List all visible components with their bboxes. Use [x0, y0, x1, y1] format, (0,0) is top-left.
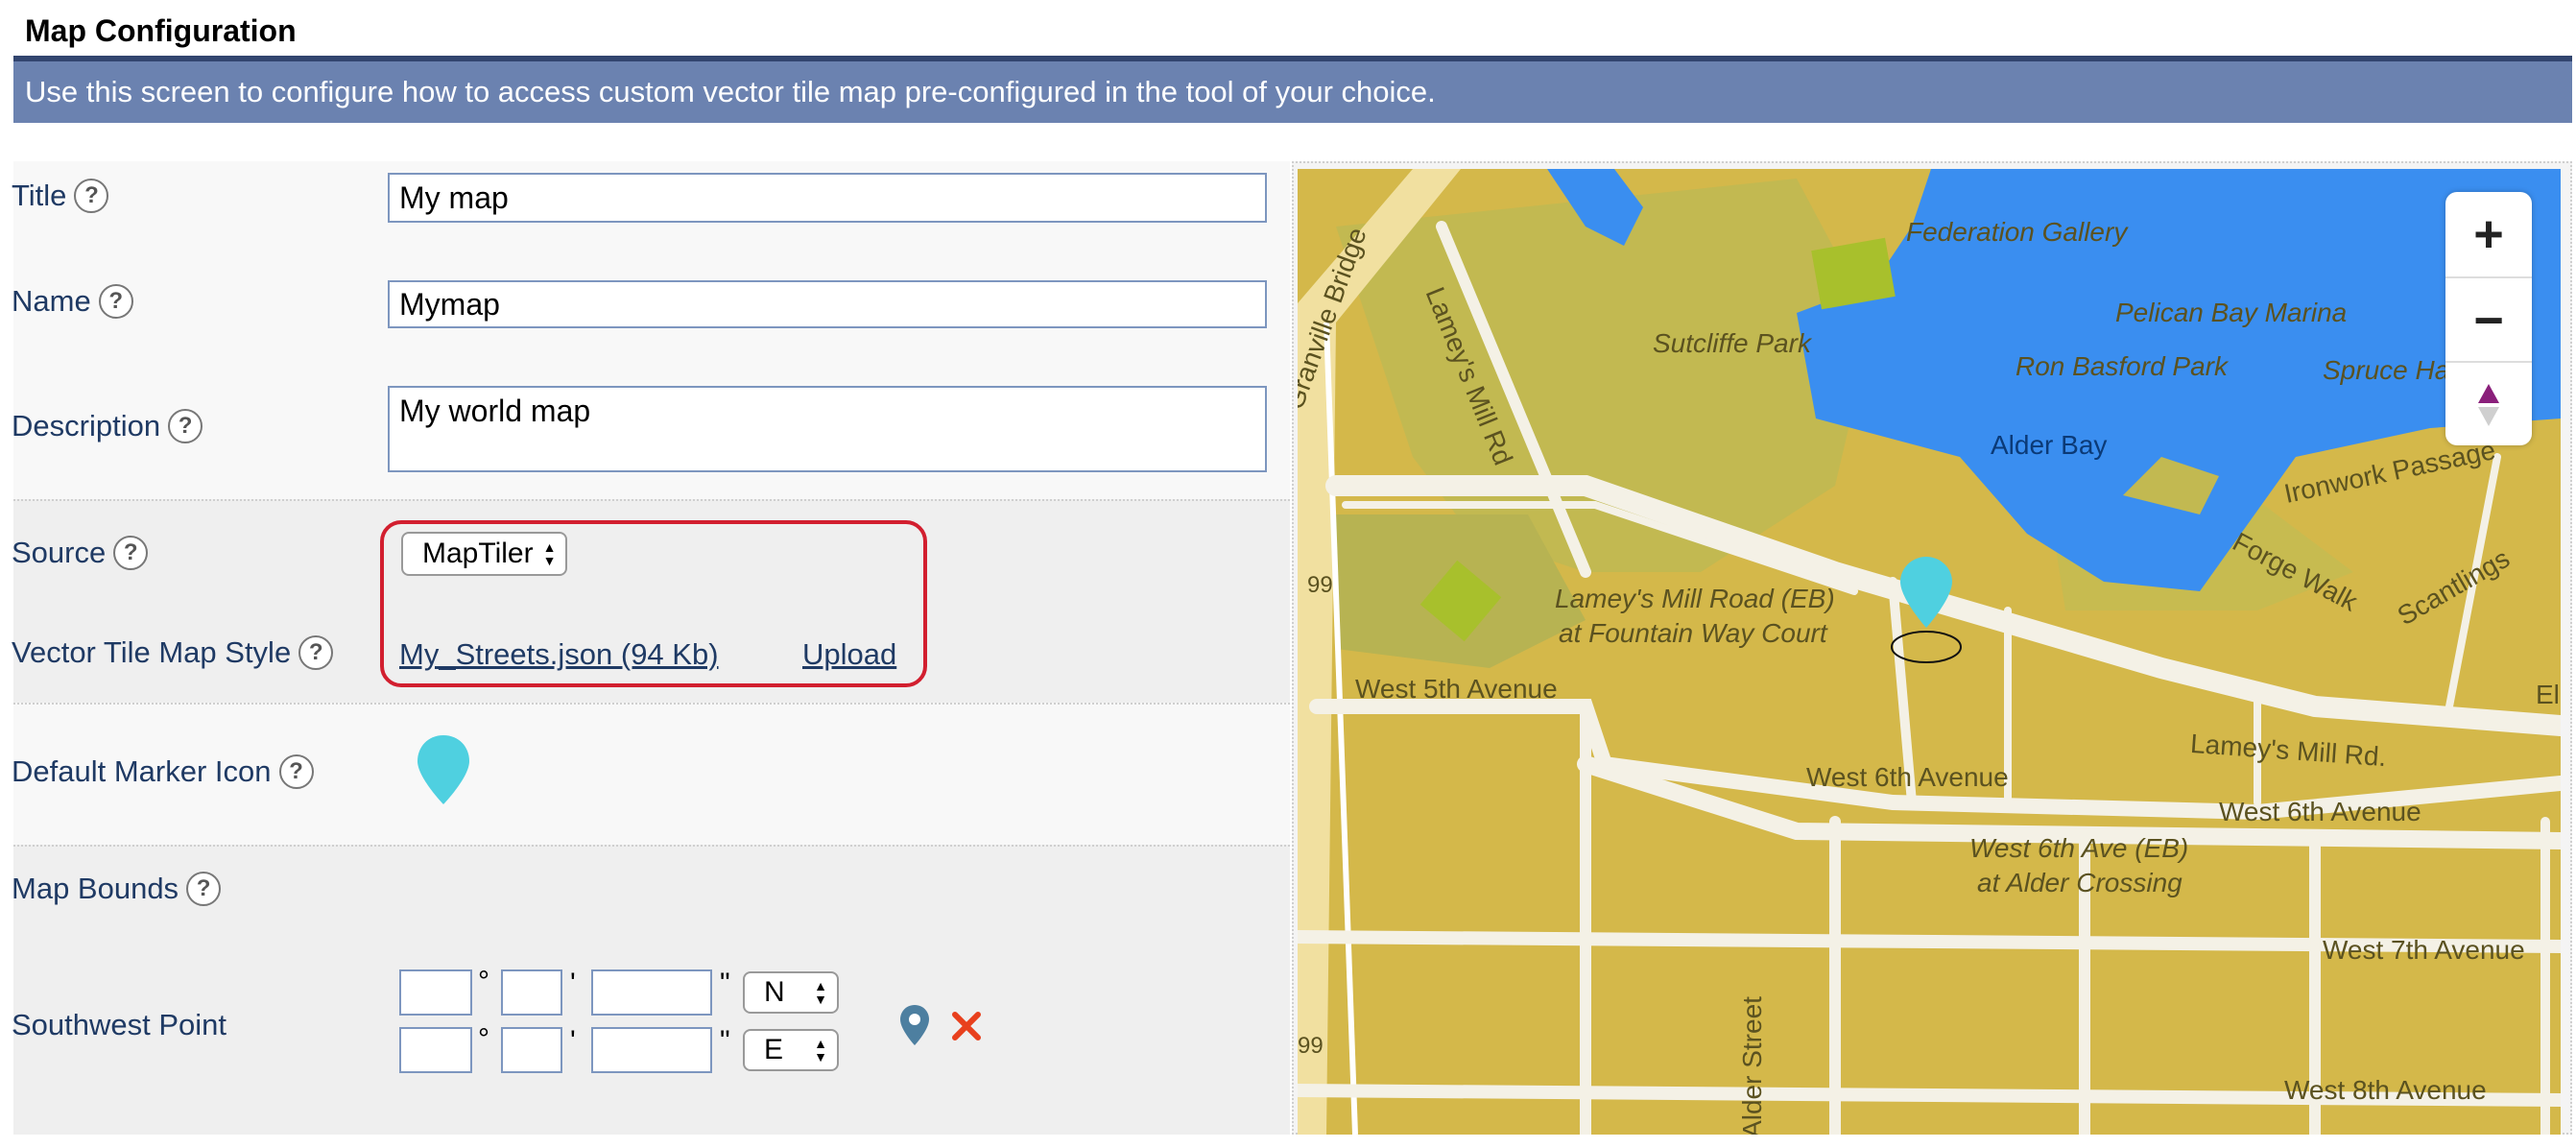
lat-seconds-input[interactable]: [591, 969, 712, 1016]
map-label: West 6th Avenue: [2219, 797, 2421, 826]
pick-location-icon[interactable]: [898, 1004, 931, 1046]
map-label: Alder Bay: [1991, 430, 2108, 460]
zoom-in-button[interactable]: +: [2445, 192, 2532, 276]
name-input[interactable]: [388, 280, 1267, 328]
map-zoom-control: + −: [2445, 192, 2532, 445]
select-arrows-icon: ▲ ▼: [814, 978, 827, 1007]
help-icon[interactable]: ?: [74, 179, 109, 213]
lon-seconds-input[interactable]: [591, 1027, 712, 1073]
lon-direction-select[interactable]: E ▲ ▼: [743, 1029, 839, 1071]
map-label: Pelican Bay Marina: [2115, 298, 2348, 327]
map-graphics: [1298, 169, 2561, 1135]
map-label: Sutcliffe Park: [1653, 328, 1811, 358]
title-input[interactable]: [388, 173, 1267, 223]
lon-degrees-input[interactable]: [399, 1027, 472, 1073]
minute-symbol: ': [570, 1025, 576, 1057]
help-icon[interactable]: ?: [298, 635, 334, 670]
description-textarea[interactable]: My world map: [388, 386, 1267, 472]
zoom-divider: [2445, 361, 2532, 363]
lon-minutes-input[interactable]: [501, 1027, 562, 1073]
compass-icon[interactable]: [2474, 382, 2503, 428]
degree-symbol: °: [478, 966, 489, 997]
title-label: Title ?: [12, 179, 109, 213]
lat-direction-select[interactable]: N ▲ ▼: [743, 971, 839, 1014]
map-label: West 6th Avenue: [1806, 762, 2009, 792]
second-symbol: ": [720, 968, 730, 999]
map-label: West 7th Avenue: [2323, 935, 2525, 965]
marker-label: Default Marker Icon ?: [12, 754, 314, 789]
lat-minutes-input[interactable]: [501, 969, 562, 1016]
clear-icon[interactable]: [950, 1010, 983, 1042]
minute-symbol: ': [570, 968, 576, 999]
map-label: West 5th Avenue: [1355, 674, 1558, 704]
zoom-out-button[interactable]: −: [2445, 278, 2532, 363]
page-title: Map Configuration: [25, 13, 297, 48]
map-label: El: [2536, 680, 2560, 709]
map-label: at Fountain Way Court: [1559, 618, 1827, 648]
map-canvas[interactable]: Federation Gallery Pelican Bay Marina Su…: [1298, 169, 2561, 1135]
help-icon[interactable]: ?: [186, 872, 222, 906]
map-label: Federation Gallery: [1906, 217, 2128, 247]
source-label: Source ?: [12, 536, 149, 570]
description-label: Description ?: [12, 409, 203, 443]
lat-degrees-input[interactable]: [399, 969, 472, 1016]
degree-symbol: °: [478, 1023, 489, 1055]
map-label: 99: [1307, 572, 1333, 598]
help-icon[interactable]: ?: [278, 754, 314, 789]
second-symbol: ": [720, 1025, 730, 1057]
help-icon[interactable]: ?: [168, 409, 203, 443]
bounds-label: Map Bounds ?: [12, 872, 222, 906]
map-label: at Alder Crossing: [1977, 868, 2182, 897]
map-label: West 8th Avenue: [2284, 1075, 2487, 1105]
style-label: Vector Tile Map Style ?: [12, 635, 334, 670]
map-label: Ron Basford Park: [2015, 351, 2228, 381]
help-icon[interactable]: ?: [98, 284, 133, 319]
map-marker-icon[interactable]: [415, 733, 472, 806]
info-banner: Use this screen to configure how to acce…: [13, 61, 2572, 123]
map-label: Lamey's Mill Road (EB): [1555, 584, 1835, 613]
highlight-box: [380, 520, 927, 687]
map-label: West 6th Ave (EB): [1969, 833, 2189, 863]
map-label: 99: [1298, 1033, 1324, 1059]
select-arrows-icon: ▲ ▼: [814, 1036, 827, 1064]
southwest-label: Southwest Point: [12, 1008, 227, 1041]
name-label: Name ?: [12, 284, 133, 319]
map-label: Alder Street: [1736, 996, 1767, 1135]
help-icon[interactable]: ?: [113, 536, 149, 570]
